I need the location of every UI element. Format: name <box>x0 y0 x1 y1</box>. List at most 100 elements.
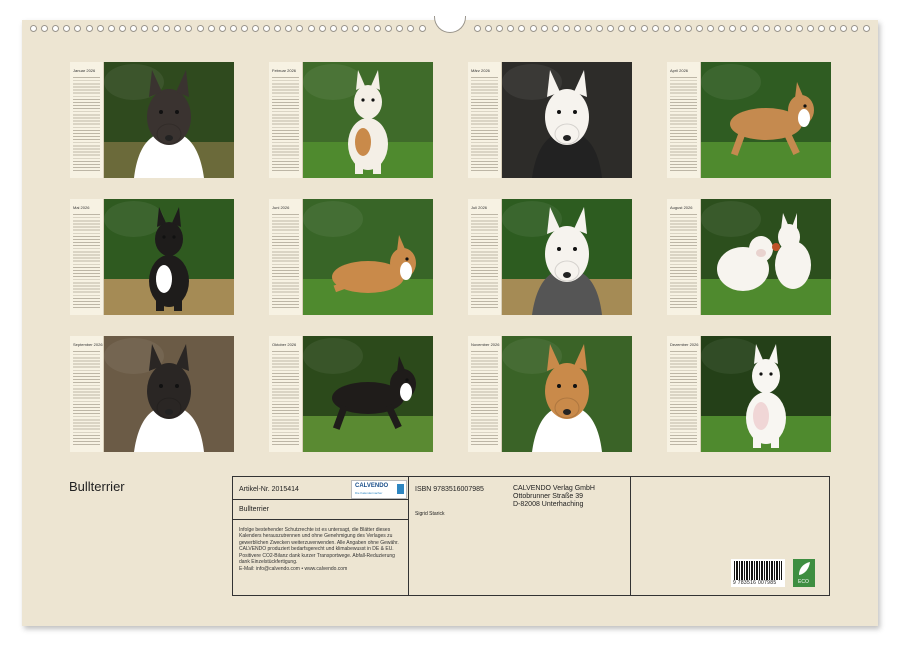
month-page: Januar 2026 <box>70 62 234 178</box>
binding-hole <box>485 25 492 32</box>
dog-photo-bull-terrier-tan-running-with-toy <box>701 62 831 178</box>
binding-hole <box>707 25 714 32</box>
month-page: September 2026 <box>70 336 234 452</box>
month-name: April 2026 <box>670 68 688 73</box>
binding-hole <box>352 25 359 32</box>
binding-hole <box>629 25 636 32</box>
binding-hole <box>729 25 736 32</box>
binding-hole <box>230 25 237 32</box>
binding-hole <box>419 25 426 32</box>
binding-hole <box>319 25 326 32</box>
month-page: Juli 2026 <box>468 199 632 315</box>
publisher-name: CALVENDO Verlag GmbH <box>513 485 595 493</box>
binding-hole <box>752 25 759 32</box>
month-page: April 2026 <box>667 62 831 178</box>
day-lines <box>670 349 697 447</box>
month-calendar-strip: November 2026 <box>468 336 502 452</box>
binding-hole <box>796 25 803 32</box>
leaf-icon <box>793 559 815 579</box>
binding-hole <box>541 25 548 32</box>
month-name: August 2026 <box>670 205 692 210</box>
binding-hole <box>152 25 159 32</box>
month-page: August 2026 <box>667 199 831 315</box>
binding-hole <box>585 25 592 32</box>
dog-photo-bull-terrier-black-white-running <box>303 336 433 452</box>
dog-photo-bull-terrier-white-puppies-playing <box>701 199 831 315</box>
author: Sigrid Starick <box>415 511 444 517</box>
calendar-title: Bullterrier <box>69 479 125 494</box>
binding-hole <box>163 25 170 32</box>
binding-hole <box>518 25 525 32</box>
binding-hole <box>30 25 37 32</box>
binding-hole <box>851 25 858 32</box>
binding-hole <box>285 25 292 32</box>
day-lines <box>73 349 100 447</box>
binding-hole <box>407 25 414 32</box>
month-page: Juni 2026 <box>269 199 433 315</box>
day-lines <box>272 75 299 173</box>
month-name: März 2026 <box>471 68 490 73</box>
calvendo-logo: CALVENDO Die Kalendermacher <box>351 480 407 499</box>
isbn: ISBN 9783516007985 <box>415 486 484 493</box>
dog-photo-bull-terrier-white-portrait-dark-ears <box>502 62 632 178</box>
binding-hole <box>696 25 703 32</box>
month-page: Mai 2026 <box>70 199 234 315</box>
binding-hole <box>652 25 659 32</box>
binding-hole <box>385 25 392 32</box>
binding-hole <box>774 25 781 32</box>
month-name: Februar 2026 <box>272 68 296 73</box>
month-calendar-strip: Juli 2026 <box>468 199 502 315</box>
binding-hole <box>263 25 270 32</box>
binding-hole <box>840 25 847 32</box>
day-lines <box>73 212 100 310</box>
binding-hole <box>718 25 725 32</box>
binding-hole <box>252 25 259 32</box>
binding-hole <box>574 25 581 32</box>
month-name: September 2026 <box>73 342 103 347</box>
binding-hole <box>674 25 681 32</box>
binding-hole <box>341 25 348 32</box>
month-page: März 2026 <box>468 62 632 178</box>
binding-hole <box>108 25 115 32</box>
binding-hole <box>174 25 181 32</box>
publisher-city: D-82008 Unterhaching <box>513 501 583 508</box>
month-name: Dezember 2026 <box>670 342 698 347</box>
dog-photo-bull-terrier-white-in-basket <box>502 199 632 315</box>
day-lines <box>670 212 697 310</box>
binding-hole <box>641 25 648 32</box>
binding-hole <box>396 25 403 32</box>
month-calendar-strip: Juni 2026 <box>269 199 303 315</box>
binding-hole <box>685 25 692 32</box>
month-name: Juli 2026 <box>471 205 487 210</box>
month-calendar-strip: Februar 2026 <box>269 62 303 178</box>
month-page: Februar 2026 <box>269 62 433 178</box>
dog-photo-bull-terrier-brindle-white-portrait <box>104 62 234 178</box>
dog-photo-bull-terrier-black-white-in-basket <box>104 199 234 315</box>
month-calendar-strip: Mai 2026 <box>70 199 104 315</box>
binding-hole <box>363 25 370 32</box>
binding-hole <box>141 25 148 32</box>
month-calendar-strip: September 2026 <box>70 336 104 452</box>
binding-hole <box>530 25 537 32</box>
binding-hole <box>785 25 792 32</box>
binding-hole <box>119 25 126 32</box>
month-name: Juni 2026 <box>272 205 289 210</box>
month-page: Dezember 2026 <box>667 336 831 452</box>
day-lines <box>272 349 299 447</box>
binding-hole <box>507 25 514 32</box>
dog-photo-bull-terrier-white-puppy-standing <box>701 336 831 452</box>
binding-hole <box>618 25 625 32</box>
binding-hole <box>308 25 315 32</box>
day-lines <box>272 212 299 310</box>
barcode: 9 783516 007985 <box>731 559 785 587</box>
binding-hole <box>563 25 570 32</box>
binding-hole <box>274 25 281 32</box>
binding-hole <box>374 25 381 32</box>
month-name: November 2026 <box>471 342 499 347</box>
dog-photo-bull-terrier-tan-white-portrait <box>502 336 632 452</box>
day-lines <box>670 75 697 173</box>
binding-hole <box>296 25 303 32</box>
month-calendar-strip: März 2026 <box>468 62 502 178</box>
binding-hole <box>863 25 870 32</box>
binding-hole <box>41 25 48 32</box>
